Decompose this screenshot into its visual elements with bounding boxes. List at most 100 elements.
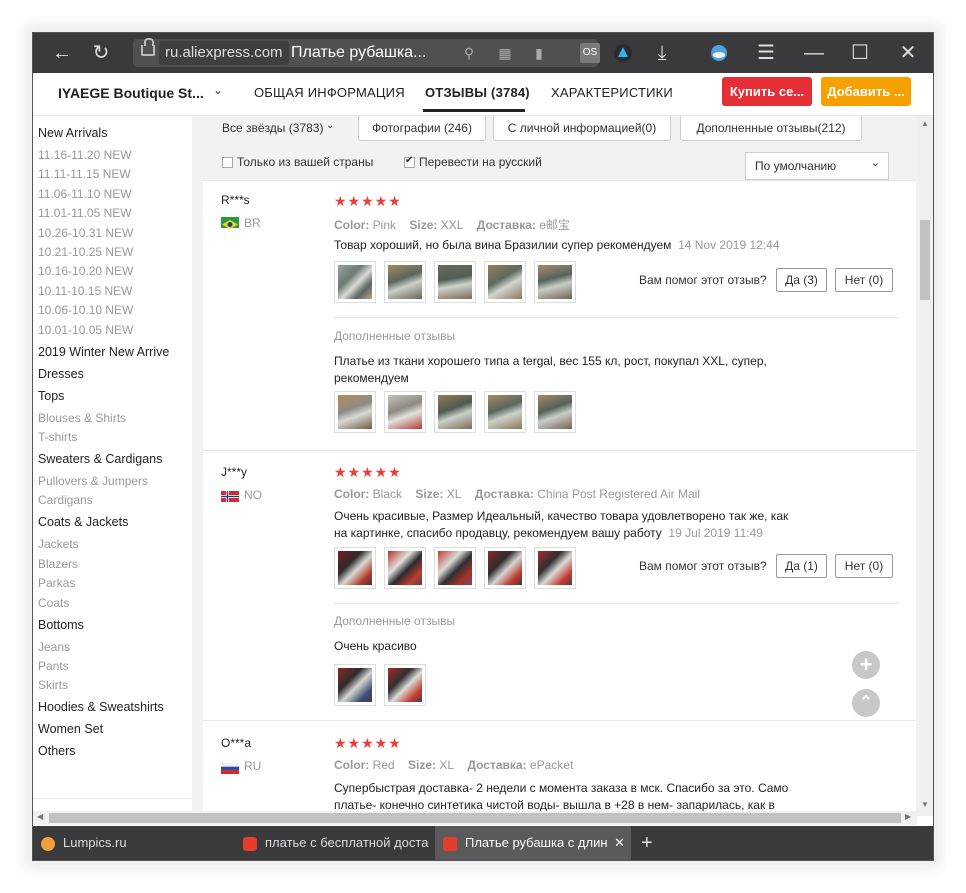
tab-characteristics[interactable]: ХАРАКТЕРИСТИКИ (551, 85, 673, 100)
sidebar-item[interactable]: 10.11-10.15 NEW (38, 284, 133, 298)
add-plus-icon[interactable]: + (852, 651, 880, 679)
browser-tab-label: платье с бесплатной доста (265, 835, 429, 850)
sidebar-item[interactable]: Coats & Jackets (38, 515, 128, 529)
vpn-extension-icon[interactable] (613, 43, 633, 63)
review-photo[interactable] (434, 261, 476, 303)
close-tab-icon[interactable]: ✕ (610, 826, 625, 860)
sidebar-item[interactable]: Sweaters & Cardigans (38, 452, 162, 466)
review-photo[interactable] (384, 261, 426, 303)
sidebar-item[interactable]: 2019 Winter New Arrive (38, 345, 169, 359)
only-country-checkbox[interactable] (222, 157, 233, 168)
sidebar-item[interactable]: 10.01-10.05 NEW (38, 323, 133, 337)
vertical-scrollbar-thumb[interactable] (920, 220, 930, 300)
delivery-value: ePacket (529, 758, 574, 772)
sidebar-item[interactable]: Blouses & Shirts (38, 411, 126, 425)
review-photo[interactable] (534, 391, 576, 433)
search-key-icon[interactable]: ⚲ (459, 43, 479, 63)
scroll-down-icon[interactable]: ▼ (921, 800, 929, 809)
helpful-no-button[interactable]: Нет (0) (835, 268, 893, 292)
sidebar-item[interactable]: Others (38, 744, 76, 758)
sidebar-item[interactable]: 10.06-10.10 NEW (38, 303, 133, 317)
horizontal-scrollbar[interactable]: ◀ ▶ (33, 811, 917, 825)
browser-tab[interactable]: Lumpics.ru (41, 826, 231, 860)
weather-extension-icon[interactable] (709, 43, 729, 63)
helpful-yes-button[interactable]: Да (1) (776, 554, 827, 578)
os-extension-icon[interactable]: OS (580, 43, 600, 63)
sidebar-item[interactable]: T-shirts (38, 430, 77, 444)
sidebar-item[interactable]: Tops (38, 389, 64, 403)
scroll-right-icon[interactable]: ▶ (905, 812, 911, 821)
photos-filter-button[interactable]: Фотографии (246) (358, 116, 486, 141)
sidebar-item[interactable]: 11.01-11.05 NEW (38, 206, 132, 220)
sidebar-item[interactable]: Dresses (38, 367, 84, 381)
back-arrow-icon[interactable]: ← (49, 41, 75, 65)
browser-tab-active[interactable]: Платье рубашка с длин ✕ (435, 826, 631, 860)
sidebar-item[interactable]: Jackets (38, 537, 79, 551)
chevron-down-icon[interactable]: ⌄ (213, 83, 223, 97)
review-photo[interactable] (334, 547, 376, 589)
new-tab-icon[interactable]: + (641, 826, 661, 860)
review-photo[interactable] (484, 261, 526, 303)
star-filter-select[interactable]: Все звёзды (3783) (222, 121, 323, 135)
review-photo[interactable] (534, 261, 576, 303)
vertical-scrollbar[interactable]: ▲ ▼ (917, 116, 933, 816)
additional-reviews-filter-button[interactable]: Дополненные отзывы(212) (680, 116, 862, 141)
scroll-up-icon[interactable]: ▲ (921, 119, 929, 128)
page-content: New Arrivals 11.16-11.20 NEW 11.11-11.15 N… (33, 116, 933, 817)
sidebar-item[interactable]: Cardigans (38, 493, 93, 507)
review-photo[interactable] (334, 664, 376, 706)
reload-icon[interactable]: ↻ (88, 41, 114, 65)
category-sidebar: New Arrivals 11.16-11.20 NEW 11.11-11.15 N… (33, 116, 192, 817)
review-photo[interactable] (334, 261, 376, 303)
close-icon[interactable]: ✕ (895, 41, 921, 65)
sidebar-item[interactable]: New Arrivals (38, 126, 107, 140)
minimize-icon[interactable]: — (801, 41, 827, 65)
chevron-down-icon[interactable]: ⌄ (326, 120, 334, 131)
review-photo[interactable] (384, 664, 426, 706)
review-photo[interactable] (384, 391, 426, 433)
review-photo[interactable] (534, 547, 576, 589)
review-photo[interactable] (484, 547, 526, 589)
maximize-icon[interactable]: ☐ (847, 41, 873, 65)
sidebar-item[interactable]: Pants (38, 659, 69, 673)
review-photo[interactable] (334, 391, 376, 433)
sidebar-item[interactable]: Parkas (38, 576, 75, 590)
menu-icon[interactable]: ☰ (753, 41, 779, 65)
scroll-to-top-icon[interactable]: ⌃ (852, 689, 880, 717)
buy-now-button[interactable]: Купить се... (722, 77, 812, 106)
sidebar-item[interactable]: Jeans (38, 640, 70, 654)
store-name[interactable]: IYAEGE Boutique St... (58, 85, 204, 101)
sidebar-item[interactable]: Bottoms (38, 618, 84, 632)
sidebar-item[interactable]: Hoodies & Sweatshirts (38, 700, 164, 714)
sidebar-item[interactable]: Pullovers & Jumpers (38, 474, 148, 488)
helpful-yes-button[interactable]: Да (3) (776, 268, 827, 292)
browser-tab[interactable]: платье с бесплатной доста (243, 826, 431, 860)
sidebar-item[interactable]: Coats (38, 596, 69, 610)
review-photo[interactable] (434, 391, 476, 433)
helpful-no-button[interactable]: Нет (0) (835, 554, 893, 578)
sidebar-item[interactable]: 10.21-10.25 NEW (38, 245, 133, 259)
sidebar-item[interactable]: 10.16-10.20 NEW (38, 264, 133, 278)
sidebar-item[interactable]: Blazers (38, 557, 78, 571)
sidebar-item[interactable]: 11.16-11.20 NEW (38, 148, 132, 162)
sidebar-item[interactable]: Skirts (38, 678, 68, 692)
tab-reviews[interactable]: ОТЗЫВЫ (3784) (425, 85, 530, 100)
download-icon[interactable]: ⤓ (649, 41, 675, 65)
tab-general-info[interactable]: ОБЩАЯ ИНФОРМАЦИЯ (254, 85, 405, 100)
review-photo[interactable] (384, 547, 426, 589)
scroll-left-icon[interactable]: ◀ (37, 812, 43, 821)
sidebar-item[interactable]: Women Set (38, 722, 103, 736)
review-photo[interactable] (484, 391, 526, 433)
bookmark-icon[interactable]: ▮ (529, 43, 549, 63)
add-to-cart-button[interactable]: Добавить ... (821, 77, 911, 106)
personal-info-filter-button[interactable]: С личной информацией(0) (493, 116, 671, 141)
sidebar-item[interactable]: 11.06-11.10 NEW (38, 187, 132, 201)
sidebar-item[interactable]: 11.11-11.15 NEW (38, 167, 131, 181)
horizontal-scrollbar-thumb[interactable] (49, 813, 901, 823)
sort-select[interactable]: По умолчанию ⌄ (745, 152, 889, 180)
review-photo[interactable] (434, 547, 476, 589)
translate-checkbox[interactable] (404, 155, 415, 168)
sidebar-item[interactable]: 10.26-10.31 NEW (38, 226, 133, 240)
address-bar[interactable]: ru.aliexpress.com Платье рубашка... ⚲ ▦ … (133, 38, 598, 67)
translate-icon[interactable]: ▦ (495, 43, 515, 63)
